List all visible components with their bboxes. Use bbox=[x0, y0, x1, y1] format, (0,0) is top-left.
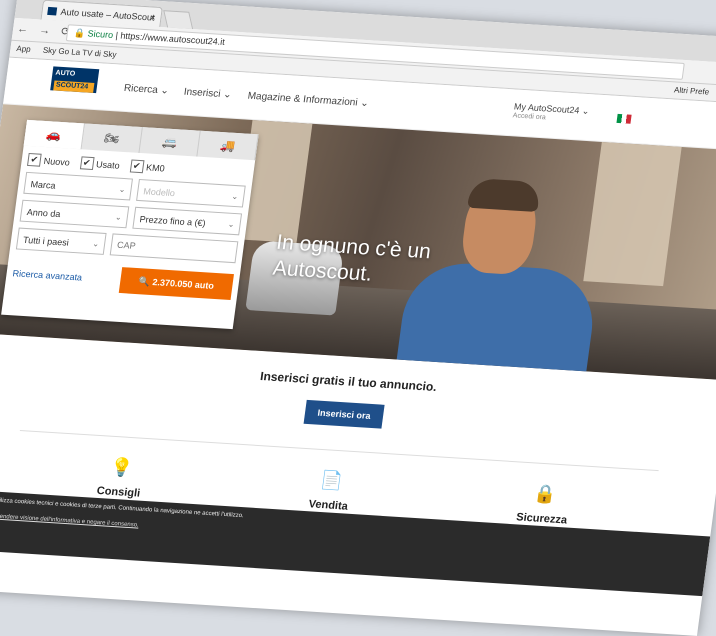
chevron-down-icon: ⌄ bbox=[114, 212, 123, 222]
checkbox-usato[interactable]: ✔ Usato bbox=[79, 156, 120, 171]
favicon-icon bbox=[47, 6, 58, 16]
chevron-down-icon: ⌄ bbox=[91, 239, 100, 249]
truck-tab-icon[interactable]: 🚚 bbox=[197, 130, 259, 161]
car-tab-icon[interactable]: 🚗 bbox=[23, 119, 85, 150]
hero-banner: In ognuno c'è un Autoscout. 🚗 🏍 🚐 🚚 ✔ Nuo… bbox=[0, 104, 716, 381]
bookmark-apps[interactable]: App bbox=[16, 44, 31, 54]
advanced-search-link[interactable]: Ricerca avanzata bbox=[12, 268, 83, 282]
check-icon: ✔ bbox=[129, 159, 145, 174]
secure-label: Sicuro bbox=[87, 28, 114, 41]
motorbike-tab-icon[interactable]: 🏍 bbox=[81, 123, 143, 153]
feature-sicurezza[interactable]: 🔒 Sicurezza bbox=[516, 483, 572, 526]
country-select[interactable]: Tutti i paesi ⌄ bbox=[15, 227, 107, 255]
url-text: https://www.autoscout24.it bbox=[119, 30, 226, 48]
camper-tab-icon[interactable]: 🚐 bbox=[139, 127, 201, 157]
model-select[interactable]: Modello ⌄ bbox=[136, 178, 246, 208]
feature-vendita[interactable]: 📄 Vendita bbox=[308, 469, 352, 513]
browser-window: Auto usate – AutoScout × ← → ⟳ 🔒 Sicuro … bbox=[0, 0, 716, 636]
menu-inserisci[interactable]: Inserisci ⌄ bbox=[183, 87, 232, 101]
menu-ricerca[interactable]: Ricerca ⌄ bbox=[123, 83, 169, 97]
advice-icon: 💡 bbox=[109, 456, 135, 479]
autoscout-logo[interactable]: AUTO SCOUT24 bbox=[50, 66, 100, 94]
insert-now-button[interactable]: Inserisci ora bbox=[304, 399, 385, 429]
document-icon: 📄 bbox=[319, 470, 345, 492]
my-account-menu[interactable]: My AutoScout24 ⌄ Accedi ora bbox=[512, 101, 590, 124]
check-icon: ✔ bbox=[79, 156, 95, 171]
chevron-down-icon: ⌄ bbox=[227, 219, 236, 230]
other-bookmarks[interactable]: Altri Prefe bbox=[673, 82, 710, 100]
check-icon: ✔ bbox=[27, 152, 42, 167]
search-box: 🚗 🏍 🚐 🚚 ✔ Nuovo ✔ Usato ✔ KM0 Marca ⌄ Modell… bbox=[1, 119, 259, 330]
bookmark-sky[interactable]: Sky Go La TV di Sky bbox=[42, 46, 117, 60]
chevron-down-icon: ⌄ bbox=[118, 184, 127, 195]
tab-title: Auto usate – AutoScout bbox=[59, 6, 156, 23]
search-button[interactable]: 🔍 2.370.050 auto bbox=[118, 267, 234, 300]
lock-icon: 🔒 bbox=[73, 27, 89, 39]
year-select[interactable]: Anno da ⌄ bbox=[19, 199, 130, 229]
lock-icon: 🔒 bbox=[532, 483, 558, 505]
menu-magazine[interactable]: Magazine & Informazioni ⌄ bbox=[247, 91, 369, 110]
man-hair bbox=[467, 177, 542, 213]
price-select[interactable]: Prezzo fino a (€) ⌄ bbox=[132, 206, 243, 236]
chevron-down-icon: ⌄ bbox=[230, 191, 239, 202]
close-tab-icon[interactable]: × bbox=[149, 7, 157, 27]
logo-top: AUTO bbox=[55, 69, 76, 78]
checkbox-km0[interactable]: ✔ KM0 bbox=[129, 159, 165, 174]
italy-flag-icon[interactable] bbox=[616, 113, 632, 124]
checkbox-nuovo[interactable]: ✔ Nuovo bbox=[27, 152, 71, 169]
logo-bottom: SCOUT24 bbox=[53, 80, 95, 93]
make-select[interactable]: Marca ⌄ bbox=[23, 171, 133, 201]
hero-slogan: In ognuno c'è un Autoscout. bbox=[271, 230, 432, 291]
feature-consigli[interactable]: 💡 Consigli bbox=[96, 456, 145, 500]
